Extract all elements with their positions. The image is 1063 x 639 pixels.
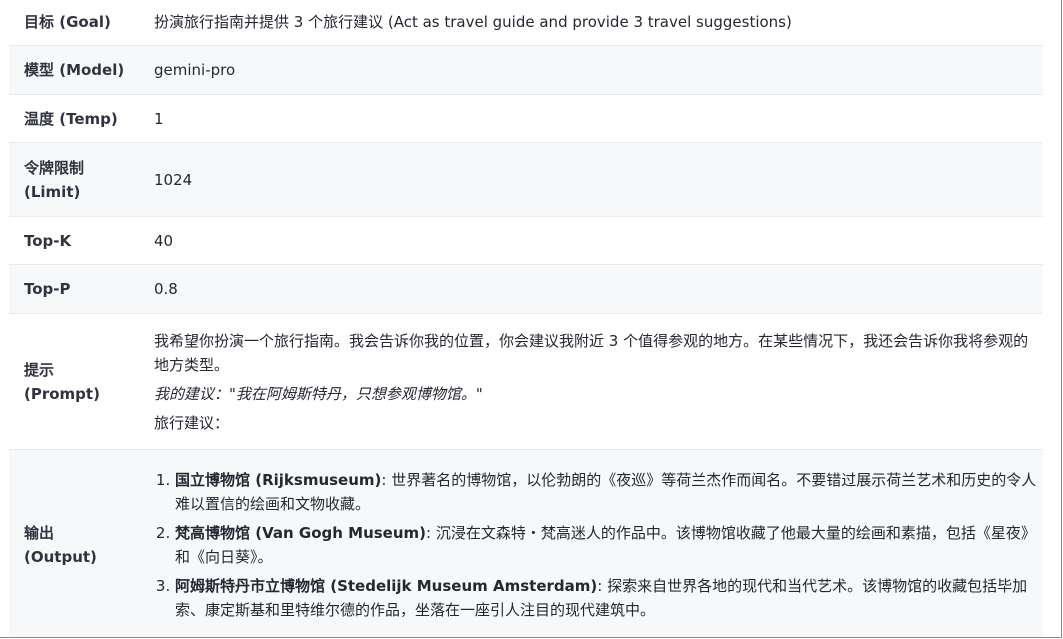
item-title: 国立博物馆 (Rijksmuseum) [175,470,382,489]
row-topk: Top-K 40 [9,216,1043,265]
topk-value: 40 [154,216,1043,265]
goal-value: 扮演旅行指南并提供 3 个旅行建议 (Act as travel guide a… [154,0,1043,46]
limit-label: 令牌限制 (Limit) [9,142,154,217]
goal-label: 目标 (Goal) [9,0,154,46]
list-item: 阿姆斯特丹市立博物馆 (Stedelijk Museum Amsterdam):… [175,574,1043,622]
topp-label: Top-P [9,264,154,314]
item-title: 梵高博物馆 (Van Gogh Museum) [175,523,427,542]
list-item: 梵高博物馆 (Van Gogh Museum): 沉浸在文森特・梵高迷人的作品中… [175,521,1043,569]
limit-value: 1024 [154,142,1043,217]
output-label: 输出 (Output) [9,449,154,637]
temp-label: 温度 (Temp) [9,94,154,143]
parameters-table: 目标 (Goal) 扮演旅行指南并提供 3 个旅行建议 (Act as trav… [9,0,1043,637]
topk-label: Top-K [9,216,154,265]
row-goal: 目标 (Goal) 扮演旅行指南并提供 3 个旅行建议 (Act as trav… [9,0,1043,46]
row-model: 模型 (Model) gemini-pro [9,45,1043,95]
prompt-suggestion: 我的建议："我在阿姆斯特丹，只想参观博物馆。" [154,384,483,403]
prompt-label-line1: 提示 [24,360,55,379]
temp-value: 1 [154,94,1043,143]
list-item: 国立博物馆 (Rijksmuseum): 世界著名的博物馆，以伦勃朗的《夜巡》等… [175,468,1043,516]
output-label-line2: (Output) [24,547,97,566]
model-label: 模型 (Model) [9,45,154,95]
prompt-label: 提示 (Prompt) [9,313,154,450]
item-title: 阿姆斯特丹市立博物馆 (Stedelijk Museum Amsterdam) [175,576,598,595]
output-label-line1: 输出 [24,523,55,542]
limit-label-line1: 令牌限制 [24,158,85,177]
topp-value: 0.8 [154,264,1043,314]
limit-label-line2: (Limit) [24,182,81,201]
row-topp: Top-P 0.8 [9,264,1043,314]
output-value: 国立博物馆 (Rijksmuseum): 世界著名的博物馆，以伦勃朗的《夜巡》等… [154,449,1043,637]
page-frame: 目标 (Goal) 扮演旅行指南并提供 3 个旅行建议 (Act as trav… [0,0,1062,638]
prompt-label-line2: (Prompt) [24,384,100,403]
model-value: gemini-pro [154,45,1043,95]
prompt-value: 我希望你扮演一个旅行指南。我会告诉你我的位置，你会建议我附近 3 个值得参观的地… [154,313,1043,450]
prompt-tail: 旅行建议： [154,413,230,432]
prompt-text: 我希望你扮演一个旅行指南。我会告诉你我的位置，你会建议我附近 3 个值得参观的地… [154,331,1029,374]
row-limit: 令牌限制 (Limit) 1024 [9,142,1043,217]
row-output: 输出 (Output) 国立博物馆 (Rijksmuseum): 世界著名的博物… [9,449,1043,637]
row-temp: 温度 (Temp) 1 [9,94,1043,143]
row-prompt: 提示 (Prompt) 我希望你扮演一个旅行指南。我会告诉你我的位置，你会建议我… [9,313,1043,450]
output-list: 国立博物馆 (Rijksmuseum): 世界著名的博物馆，以伦勃朗的《夜巡》等… [154,468,1043,622]
